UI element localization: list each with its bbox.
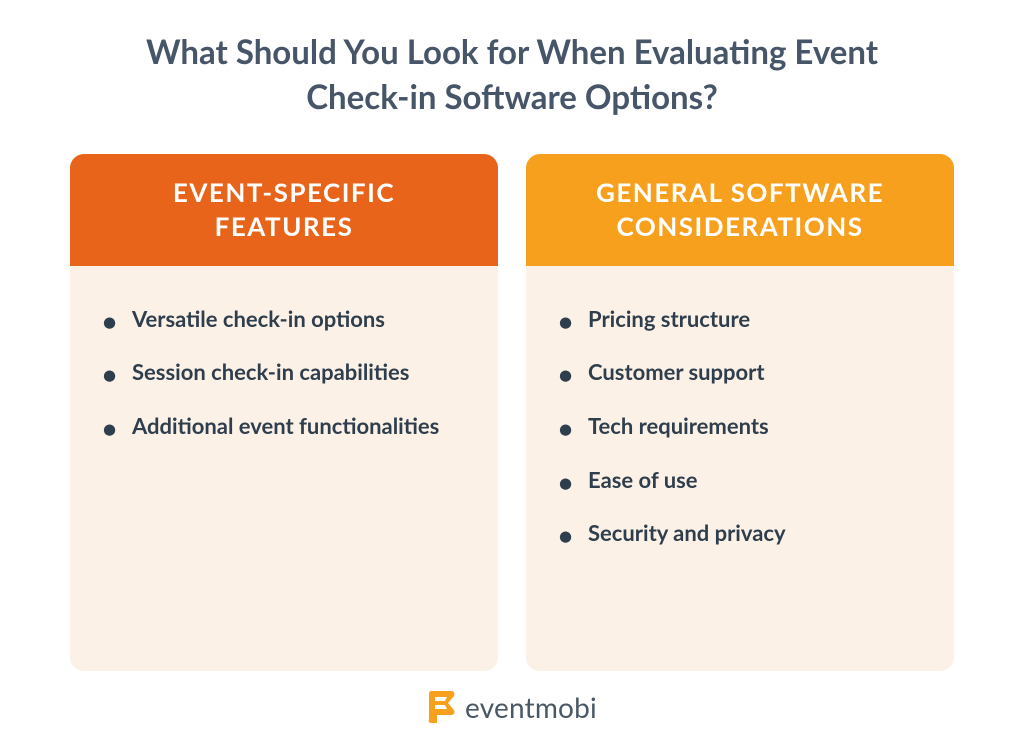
list-item: Customer support — [582, 357, 918, 387]
list-item: Additional event functionalities — [126, 411, 462, 441]
eventmobi-logo-icon — [427, 689, 457, 725]
card-header: GENERAL SOFTWARE CONSIDERATIONS — [526, 154, 954, 266]
list-item: Versatile check-in options — [126, 304, 462, 334]
list-item: Session check-in capabilities — [126, 357, 462, 387]
list-item: Security and privacy — [582, 518, 918, 548]
feature-list: Versatile check-in options Session check… — [126, 304, 462, 441]
feature-list: Pricing structure Customer support Tech … — [582, 304, 918, 548]
list-item: Pricing structure — [582, 304, 918, 334]
card-body: Pricing structure Customer support Tech … — [526, 266, 954, 602]
brand-name: eventmobi — [465, 690, 597, 724]
list-item: Tech requirements — [582, 411, 918, 441]
card-general-software: GENERAL SOFTWARE CONSIDERATIONS Pricing … — [526, 154, 954, 671]
card-event-specific: EVENT-SPECIFIC FEATURES Versatile check-… — [70, 154, 498, 671]
cards-container: EVENT-SPECIFIC FEATURES Versatile check-… — [70, 154, 954, 671]
card-body: Versatile check-in options Session check… — [70, 266, 498, 495]
list-item: Ease of use — [582, 465, 918, 495]
brand-logo: eventmobi — [427, 689, 597, 725]
card-header: EVENT-SPECIFIC FEATURES — [70, 154, 498, 266]
page-title: What Should You Look for When Evaluating… — [122, 30, 902, 119]
